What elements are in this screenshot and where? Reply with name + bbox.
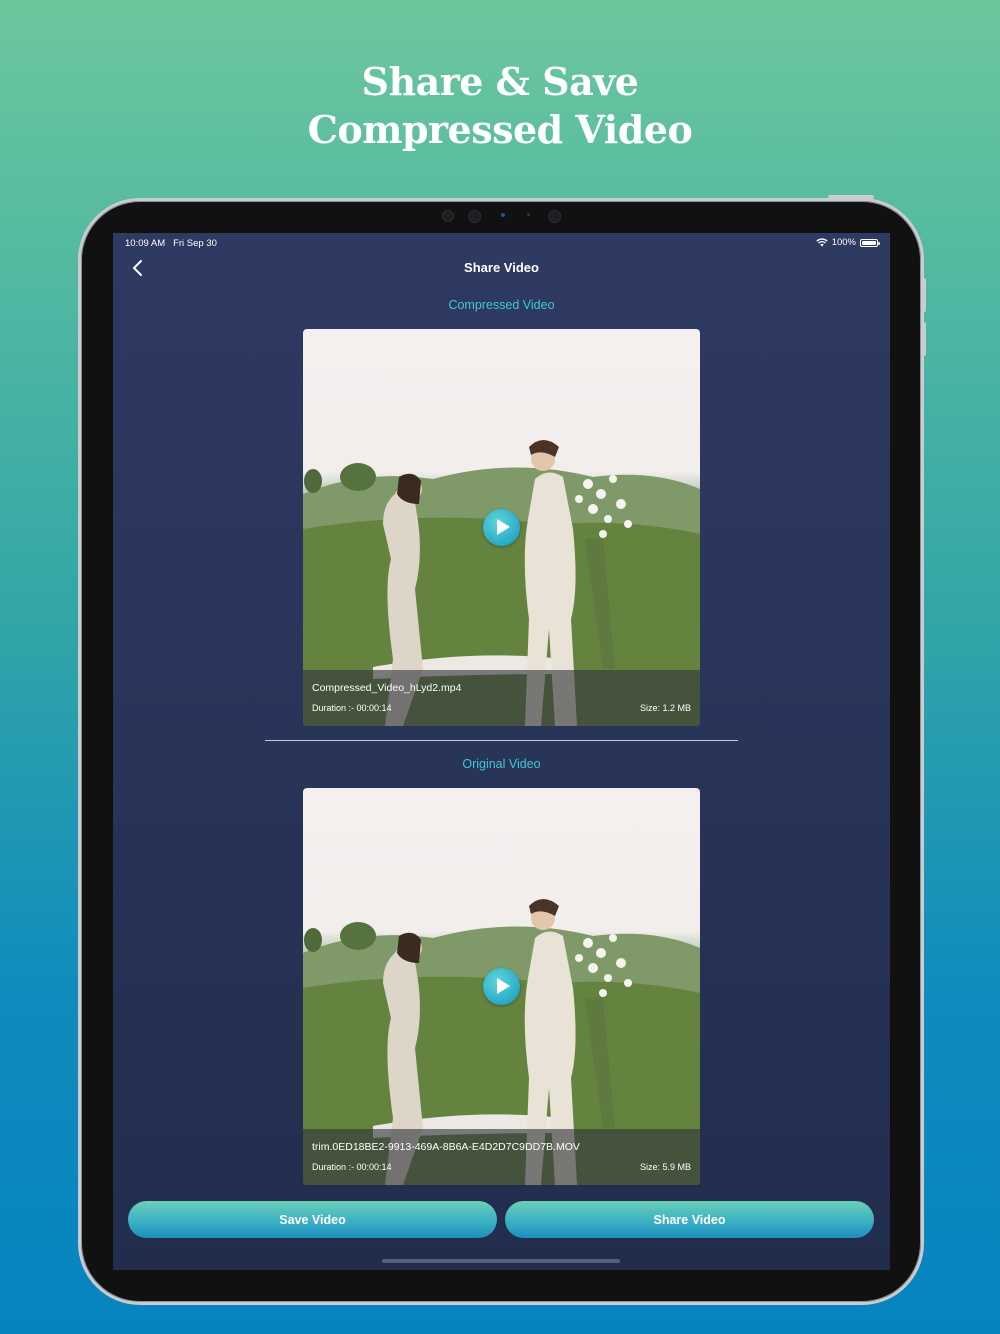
camera-indicator (501, 213, 505, 217)
home-indicator[interactable] (382, 1259, 620, 1263)
share-video-button[interactable]: Share Video (505, 1201, 874, 1238)
promo-line-2: Compressed Video (307, 107, 693, 152)
app-screen: 10:09 AM Fri Sep 30 100% Share Video Com… (113, 233, 890, 1270)
promo-headline: Share & Save Compressed Video (0, 58, 1000, 154)
top-button (828, 195, 874, 199)
save-video-button[interactable]: Save Video (128, 1201, 497, 1238)
compressed-video-info: Compressed_Video_hLyd2.mp4 Duration :- 0… (303, 670, 700, 726)
ambient-sensor (527, 213, 530, 216)
status-date: Fri Sep 30 (173, 238, 217, 249)
battery-percent: 100% (831, 237, 856, 248)
sensor-dot (442, 210, 454, 222)
original-section-title: Original Video (462, 757, 541, 771)
original-duration: Duration :- 00:00:14 (312, 1162, 392, 1172)
volume-down-button (922, 322, 926, 356)
original-video-info: trim.0ED18BE2-9913-469A-8B6A-E4D2D7C9DD7… (303, 1129, 700, 1185)
status-time: 10:09 AM (125, 238, 166, 249)
compressed-duration: Duration :- 00:00:14 (312, 703, 392, 713)
battery-icon (860, 238, 880, 247)
status-indicators: 100% (816, 237, 880, 248)
original-size: Size: 5.9 MB (639, 1162, 691, 1172)
compressed-section-title: Compressed Video (448, 298, 555, 312)
front-camera (468, 210, 481, 223)
camera-bar (440, 207, 564, 223)
compressed-play-button[interactable] (483, 509, 520, 546)
original-video-card[interactable]: trim.0ED18BE2-9913-469A-8B6A-E4D2D7C9DD7… (303, 788, 700, 1185)
ir-camera (548, 210, 561, 223)
original-play-button[interactable] (483, 968, 520, 1005)
promo-line-1: Share & Save (361, 59, 639, 104)
page-title: Share Video (464, 260, 539, 275)
compressed-file-name: Compressed_Video_hLyd2.mp4 (312, 682, 462, 694)
compressed-size: Size: 1.2 MB (639, 703, 691, 713)
section-divider (265, 740, 738, 741)
compressed-video-card[interactable]: Compressed_Video_hLyd2.mp4 Duration :- 0… (303, 329, 700, 726)
volume-up-button (922, 278, 926, 312)
status-time-date: 10:09 AM Fri Sep 30 (125, 238, 217, 249)
wifi-icon (816, 238, 828, 247)
original-file-name: trim.0ED18BE2-9913-469A-8B6A-E4D2D7C9DD7… (312, 1141, 580, 1153)
